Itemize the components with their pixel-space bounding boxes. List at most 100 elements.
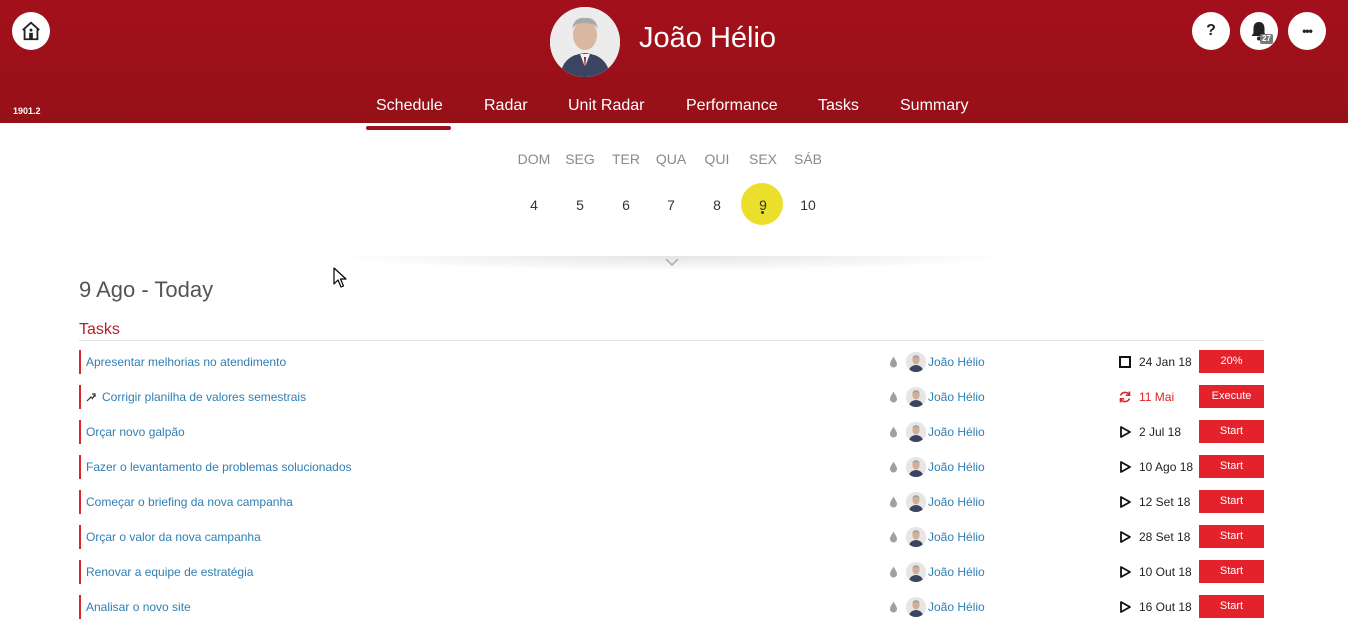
assignee-name-link[interactable]: João Hélio	[928, 425, 985, 439]
tab-schedule[interactable]: Schedule	[376, 97, 443, 115]
help-icon: ?	[1206, 22, 1216, 39]
play-icon	[1120, 461, 1131, 473]
assignee-avatar[interactable]	[906, 527, 926, 547]
task-row[interactable]: Corrigir planilha de valores semestrais J…	[79, 385, 1264, 409]
assignee-name-link[interactable]: João Hélio	[928, 460, 985, 474]
drop-icon	[890, 531, 897, 543]
calendar-day[interactable]: 5	[560, 197, 600, 213]
task-row[interactable]: Apresentar melhorias no atendimento João …	[79, 350, 1264, 374]
app-header: 1901.2 João Hélio ? 27 ••• Schedule Rada…	[0, 0, 1348, 123]
drop-icon	[890, 391, 897, 403]
event-dot	[761, 211, 764, 214]
task-name-link[interactable]: Renovar a equipe de estratégia	[86, 565, 253, 579]
assignee-name-link[interactable]: João Hélio	[928, 600, 985, 614]
task-due-date: 12 Set 18	[1139, 495, 1191, 509]
tab-unit-radar[interactable]: Unit Radar	[568, 97, 644, 115]
assignee-avatar[interactable]	[906, 352, 926, 372]
refresh-icon	[1119, 391, 1131, 403]
calendar-day[interactable]: 10	[788, 197, 828, 213]
user-name: João Hélio	[639, 22, 777, 54]
task-name-link[interactable]: Corrigir planilha de valores semestrais	[102, 390, 306, 404]
assignee-name-link[interactable]: João Hélio	[928, 530, 985, 544]
section-title-tasks: Tasks	[79, 321, 120, 338]
notification-count-badge: 27	[1260, 34, 1273, 44]
task-priority-bar	[79, 560, 81, 584]
task-name-link[interactable]: Começar o briefing da nova campanha	[86, 495, 293, 509]
task-due-date: 10 Ago 18	[1139, 460, 1194, 474]
drop-icon	[890, 461, 897, 473]
user-photo	[550, 7, 620, 77]
tab-summary[interactable]: Summary	[900, 97, 968, 115]
section-divider	[79, 340, 1264, 341]
user-avatar[interactable]	[550, 7, 620, 77]
chevron-down-icon[interactable]	[665, 258, 679, 266]
task-priority-bar	[79, 350, 81, 374]
task-priority-bar	[79, 525, 81, 549]
calendar-day[interactable]: 7	[651, 197, 691, 213]
help-button[interactable]: ?	[1192, 12, 1230, 50]
calendar-day[interactable]: 4	[514, 197, 554, 213]
task-action-button[interactable]: Start	[1199, 420, 1264, 443]
drop-icon	[890, 601, 897, 613]
task-action-button[interactable]: Start	[1199, 595, 1264, 618]
task-action-button[interactable]: 20%	[1199, 350, 1264, 373]
task-action-button[interactable]: Start	[1199, 525, 1264, 548]
main-nav: Schedule Radar Unit Radar Performance Ta…	[0, 97, 1348, 123]
task-name-link[interactable]: Apresentar melhorias no atendimento	[86, 355, 286, 369]
drop-icon	[890, 496, 897, 508]
task-due-date: 28 Set 18	[1139, 530, 1191, 544]
assignee-avatar[interactable]	[906, 457, 926, 477]
task-row[interactable]: Renovar a equipe de estratégia João Hélio…	[79, 560, 1264, 584]
task-row[interactable]: Fazer o levantamento de problemas soluci…	[79, 455, 1264, 479]
assignee-avatar[interactable]	[906, 422, 926, 442]
task-priority-bar	[79, 490, 81, 514]
assignee-avatar[interactable]	[906, 387, 926, 407]
task-row[interactable]: Orçar novo galpão João Hélio 2 Jul 18 Start	[79, 420, 1264, 444]
assignee-name-link[interactable]: João Hélio	[928, 495, 985, 509]
mouse-pointer-icon	[333, 267, 347, 288]
notifications-button[interactable]: 27	[1240, 12, 1278, 50]
task-name-link[interactable]: Orçar o valor da nova campanha	[86, 530, 261, 544]
task-name-link[interactable]: Orçar novo galpão	[86, 425, 185, 439]
assignee-name-link[interactable]: João Hélio	[928, 565, 985, 579]
task-action-button[interactable]: Start	[1199, 455, 1264, 478]
tab-performance[interactable]: Performance	[686, 97, 778, 115]
page-title: 9 Ago - Today	[79, 277, 214, 302]
play-icon	[1120, 531, 1131, 543]
calendar-day[interactable]: 6	[606, 197, 646, 213]
task-row[interactable]: Analisar o novo site João Hélio 16 Out 18 S…	[79, 595, 1264, 619]
task-row[interactable]: Orçar o valor da nova campanha João Hélio…	[79, 525, 1264, 549]
task-priority-bar	[79, 595, 81, 619]
task-due-date: 10 Out 18	[1139, 565, 1192, 579]
assignee-name-link[interactable]: João Hélio	[928, 355, 985, 369]
assignee-name-link[interactable]: João Hélio	[928, 390, 985, 404]
weekday-label: QUI	[704, 151, 730, 167]
tab-tasks[interactable]: Tasks	[818, 97, 859, 115]
task-due-date: 11 Mai	[1139, 390, 1175, 404]
task-action-button[interactable]: Start	[1199, 490, 1264, 513]
home-button[interactable]	[12, 12, 50, 50]
task-priority-bar	[79, 455, 81, 479]
more-button[interactable]: •••	[1288, 12, 1326, 50]
task-row[interactable]: Começar o briefing da nova campanha João …	[79, 490, 1264, 514]
link-arrow-icon	[86, 393, 96, 402]
assignee-avatar[interactable]	[906, 492, 926, 512]
weekday-label: DOM	[517, 151, 551, 167]
assignee-avatar[interactable]	[906, 562, 926, 582]
weekday-label: SÁB	[793, 151, 822, 167]
weekday-label: SEX	[748, 151, 777, 167]
home-icon	[22, 21, 40, 41]
task-action-button[interactable]: Start	[1199, 560, 1264, 583]
tab-radar[interactable]: Radar	[484, 97, 528, 115]
assignee-avatar[interactable]	[906, 597, 926, 617]
task-action-button[interactable]: Execute	[1199, 385, 1264, 408]
play-icon	[1120, 601, 1131, 613]
task-priority-bar	[79, 385, 81, 409]
task-due-date: 16 Out 18	[1139, 600, 1192, 614]
calendar-day[interactable]: 8	[697, 197, 737, 213]
task-name-link[interactable]: Fazer o levantamento de problemas soluci…	[86, 460, 352, 474]
more-dots-icon: •••	[1302, 24, 1313, 38]
task-due-date: 24 Jan 18	[1139, 355, 1192, 369]
task-name-link[interactable]: Analisar o novo site	[86, 600, 191, 614]
weekday-label: QUA	[655, 151, 687, 167]
